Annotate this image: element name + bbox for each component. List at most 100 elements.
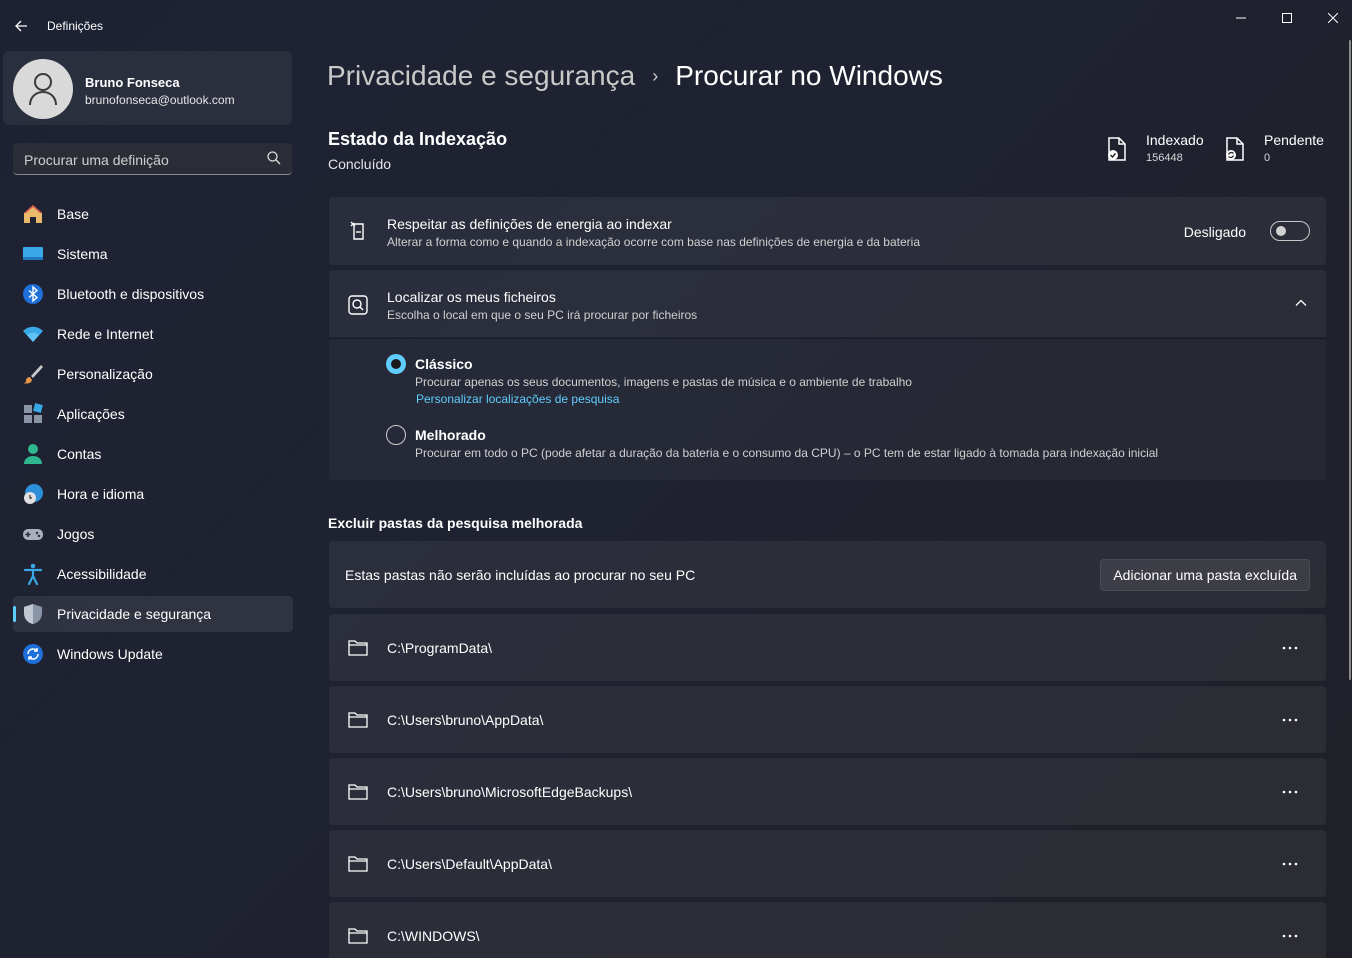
update-icon xyxy=(22,643,44,665)
close-button[interactable] xyxy=(1310,0,1352,36)
folder-icon xyxy=(348,784,368,800)
folder-path: C:\Users\bruno\AppData\ xyxy=(387,712,544,728)
sidebar-item-label: Contas xyxy=(57,446,102,462)
customize-search-locations-link[interactable]: Personalizar localizações de pesquisa xyxy=(416,392,619,406)
accessibility-icon xyxy=(22,563,44,585)
more-options-button[interactable] xyxy=(1276,636,1304,660)
sidebar-item-label: Personalização xyxy=(57,366,153,382)
maximize-icon xyxy=(1282,13,1292,23)
sidebar-item-label: Aplicações xyxy=(57,406,125,422)
sidebar-item-privacy[interactable]: Privacidade e segurança xyxy=(13,596,293,632)
enhanced-option-title: Melhorado xyxy=(415,427,486,443)
pending-label: Pendente xyxy=(1264,132,1324,148)
page-title: Procurar no Windows xyxy=(675,60,943,91)
more-options-button[interactable] xyxy=(1276,852,1304,876)
minimize-button[interactable] xyxy=(1218,0,1264,36)
user-icon xyxy=(29,73,57,106)
home-icon xyxy=(22,203,44,225)
pending-count: 0 xyxy=(1264,152,1271,164)
search-file-icon xyxy=(348,295,368,315)
power-setting-toggle[interactable] xyxy=(1270,221,1310,241)
arrow-left-icon xyxy=(15,20,27,32)
classic-radio[interactable] xyxy=(386,354,406,374)
close-icon xyxy=(1328,13,1338,23)
folder-path: C:\Users\bruno\MicrosoftEdgeBackups\ xyxy=(387,784,633,800)
find-files-subtitle: Escolha o local em que o seu PC irá proc… xyxy=(387,308,698,322)
file-check-icon xyxy=(1108,137,1126,161)
gamepad-icon xyxy=(22,523,44,545)
indexed-label: Indexado xyxy=(1146,132,1204,148)
excluded-folder-row: C:\Users\bruno\MicrosoftEdgeBackups\ xyxy=(329,758,1326,825)
sidebar-item-bluetooth[interactable]: Bluetooth e dispositivos xyxy=(13,276,293,312)
classic-option-description: Procurar apenas os seus documentos, imag… xyxy=(415,375,912,389)
breadcrumb-parent-link[interactable]: Privacidade e segurança xyxy=(327,60,635,92)
sidebar-nav: Base Sistema Bluetooth e dispositivos Re… xyxy=(13,196,293,676)
more-options-button[interactable] xyxy=(1276,924,1304,948)
more-options-button[interactable] xyxy=(1276,708,1304,732)
scrollbar[interactable] xyxy=(1349,40,1351,680)
sidebar-item-label: Jogos xyxy=(57,526,95,542)
breadcrumb-separator: › xyxy=(652,65,659,86)
add-excluded-folder-button[interactable]: Adicionar uma pasta excluída xyxy=(1100,559,1310,591)
sidebar-item-personalization[interactable]: Personalização xyxy=(13,356,293,392)
sidebar-item-time-language[interactable]: Hora e idioma xyxy=(13,476,293,512)
sidebar-item-label: Privacidade e segurança xyxy=(57,606,212,622)
exclude-folders-card: Estas pastas não serão incluídas ao proc… xyxy=(329,541,1326,608)
indexing-status-value: Concluído xyxy=(328,156,392,172)
back-button[interactable] xyxy=(10,12,32,40)
sidebar-item-network[interactable]: Rede e Internet xyxy=(13,316,293,352)
sidebar-item-base[interactable]: Base xyxy=(13,196,293,232)
search-placeholder: Procurar uma definição xyxy=(24,152,169,168)
folder-icon xyxy=(348,856,368,872)
app-title: Definições xyxy=(47,19,104,33)
classic-option-title: Clássico xyxy=(415,356,473,372)
exclude-description: Estas pastas não serão incluídas ao proc… xyxy=(345,567,696,583)
sidebar-item-label: Hora e idioma xyxy=(57,486,145,502)
excluded-folder-row: C:\Users\Default\AppData\ xyxy=(329,830,1326,897)
folder-path: C:\ProgramData\ xyxy=(387,640,493,656)
enhanced-option-description: Procurar em todo o PC (pode afetar a dur… xyxy=(415,446,1159,460)
sidebar-item-gaming[interactable]: Jogos xyxy=(13,516,293,552)
more-icon xyxy=(1282,862,1298,866)
toggle-knob xyxy=(1276,226,1286,236)
system-icon xyxy=(22,243,44,265)
avatar xyxy=(13,59,73,119)
minimize-icon xyxy=(1236,17,1246,19)
sidebar-item-apps[interactable]: Aplicações xyxy=(13,396,293,432)
toggle-state-label: Desligado xyxy=(1183,224,1246,240)
sidebar-item-sistema[interactable]: Sistema xyxy=(13,236,293,272)
find-files-title: Localizar os meus ficheiros xyxy=(387,289,556,305)
excluded-folder-row: C:\Users\bruno\AppData\ xyxy=(329,686,1326,753)
more-icon xyxy=(1282,790,1298,794)
power-setting-title: Respeitar as definições de energia ao in… xyxy=(387,216,672,232)
more-icon xyxy=(1282,934,1298,938)
sidebar-item-windows-update[interactable]: Windows Update xyxy=(13,636,293,672)
file-sync-icon xyxy=(1226,137,1244,161)
apps-icon xyxy=(22,403,44,425)
sidebar-item-label: Acessibilidade xyxy=(57,566,147,582)
sidebar-item-accessibility[interactable]: Acessibilidade xyxy=(13,556,293,592)
folder-path: C:\WINDOWS\ xyxy=(387,928,480,944)
bluetooth-icon xyxy=(22,283,44,305)
account-icon xyxy=(22,443,44,465)
more-icon xyxy=(1282,646,1298,650)
maximize-button[interactable] xyxy=(1264,0,1310,36)
sidebar-item-label: Sistema xyxy=(57,246,108,262)
excluded-folder-row: C:\ProgramData\ xyxy=(329,614,1326,681)
settings-search-input[interactable]: Procurar uma definição xyxy=(13,143,292,175)
enhanced-radio[interactable] xyxy=(386,425,406,445)
find-files-card[interactable]: Localizar os meus ficheiros Escolha o lo… xyxy=(329,270,1326,337)
search-icon xyxy=(267,151,281,165)
shield-icon xyxy=(22,603,44,625)
sidebar-item-label: Rede e Internet xyxy=(57,326,154,342)
sidebar-item-label: Windows Update xyxy=(57,646,163,662)
indexing-status-title: Estado da Indexação xyxy=(328,129,508,149)
profile-name: Bruno Fonseca xyxy=(85,75,180,90)
find-files-options: Clássico Procurar apenas os seus documen… xyxy=(329,338,1326,480)
profile-email: brunofonseca@outlook.com xyxy=(85,93,235,107)
chevron-up-icon[interactable] xyxy=(1294,296,1308,310)
sidebar-item-accounts[interactable]: Contas xyxy=(13,436,293,472)
user-profile-card[interactable]: Bruno Fonseca brunofonseca@outlook.com xyxy=(3,51,292,125)
more-options-button[interactable] xyxy=(1276,780,1304,804)
wifi-icon xyxy=(22,323,44,345)
